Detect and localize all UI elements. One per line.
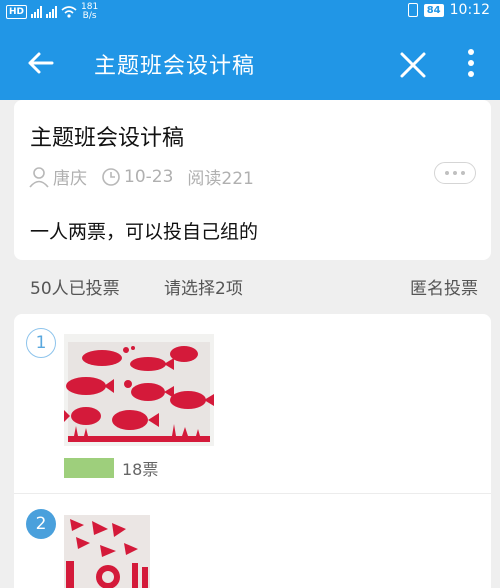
dot-icon	[461, 171, 465, 175]
vibrate-icon	[407, 3, 418, 17]
hd-badge: HD	[6, 5, 28, 19]
post-meta: 唐庆 10-23 阅读221	[28, 164, 268, 189]
network-speed: 181 B/s	[81, 3, 98, 21]
app-bar: 主题班会设计稿	[0, 24, 500, 100]
status-right: 84 10:12	[407, 2, 490, 18]
battery-indicator: 84	[423, 3, 444, 17]
anonymous-label: 匿名投票	[410, 279, 478, 299]
option-number-badge-selected[interactable]: 2	[26, 509, 56, 539]
post-date: 10-23	[101, 167, 173, 187]
voted-count: 50人已投票	[30, 279, 120, 299]
vote-options-list: 1 18票 2	[14, 314, 491, 588]
vote-option-2[interactable]: 2	[14, 495, 491, 588]
app-bar-title: 主题班会设计稿	[94, 54, 256, 79]
option-number-badge[interactable]: 1	[26, 328, 56, 358]
signal-icon	[31, 6, 43, 18]
signal-icon-2	[46, 6, 58, 18]
vote-count-label: 18票	[122, 460, 159, 479]
option-2-image[interactable]	[64, 515, 150, 588]
user-icon	[29, 166, 49, 188]
clock-icon	[102, 167, 120, 186]
dot-icon	[453, 171, 457, 175]
vote-bar	[64, 458, 114, 478]
back-arrow-icon[interactable]	[24, 46, 58, 80]
post-title: 主题班会设计稿	[30, 126, 185, 151]
dot-icon	[445, 171, 449, 175]
more-options-button[interactable]	[434, 162, 476, 184]
date-text: 10-23	[124, 166, 174, 187]
post-body: 一人两票，可以投自己组的	[30, 221, 259, 243]
network-speed-unit: B/s	[82, 11, 97, 21]
clock: 10:12	[449, 2, 490, 18]
vote-result: 18票	[64, 456, 158, 480]
wifi-icon	[61, 6, 77, 18]
author[interactable]: 唐庆	[28, 164, 87, 189]
vote-info-row: 50人已投票 请选择2项 匿名投票	[0, 264, 500, 308]
status-bar: HD 181 B/s 84 10:12	[0, 0, 500, 24]
close-icon[interactable]	[396, 48, 430, 82]
choose-hint: 请选择2项	[164, 279, 243, 299]
post-header-card: 主题班会设计稿 唐庆 10-23 阅读221 一人两票，可以投自己组的	[14, 100, 491, 260]
option-1-image[interactable]	[64, 334, 214, 446]
more-vertical-icon[interactable]	[458, 46, 484, 80]
status-left: HD 181 B/s	[6, 3, 98, 21]
vote-option-1[interactable]: 1 18票	[14, 314, 491, 494]
read-count: 阅读221	[187, 169, 254, 189]
author-name: 唐庆	[53, 169, 87, 189]
